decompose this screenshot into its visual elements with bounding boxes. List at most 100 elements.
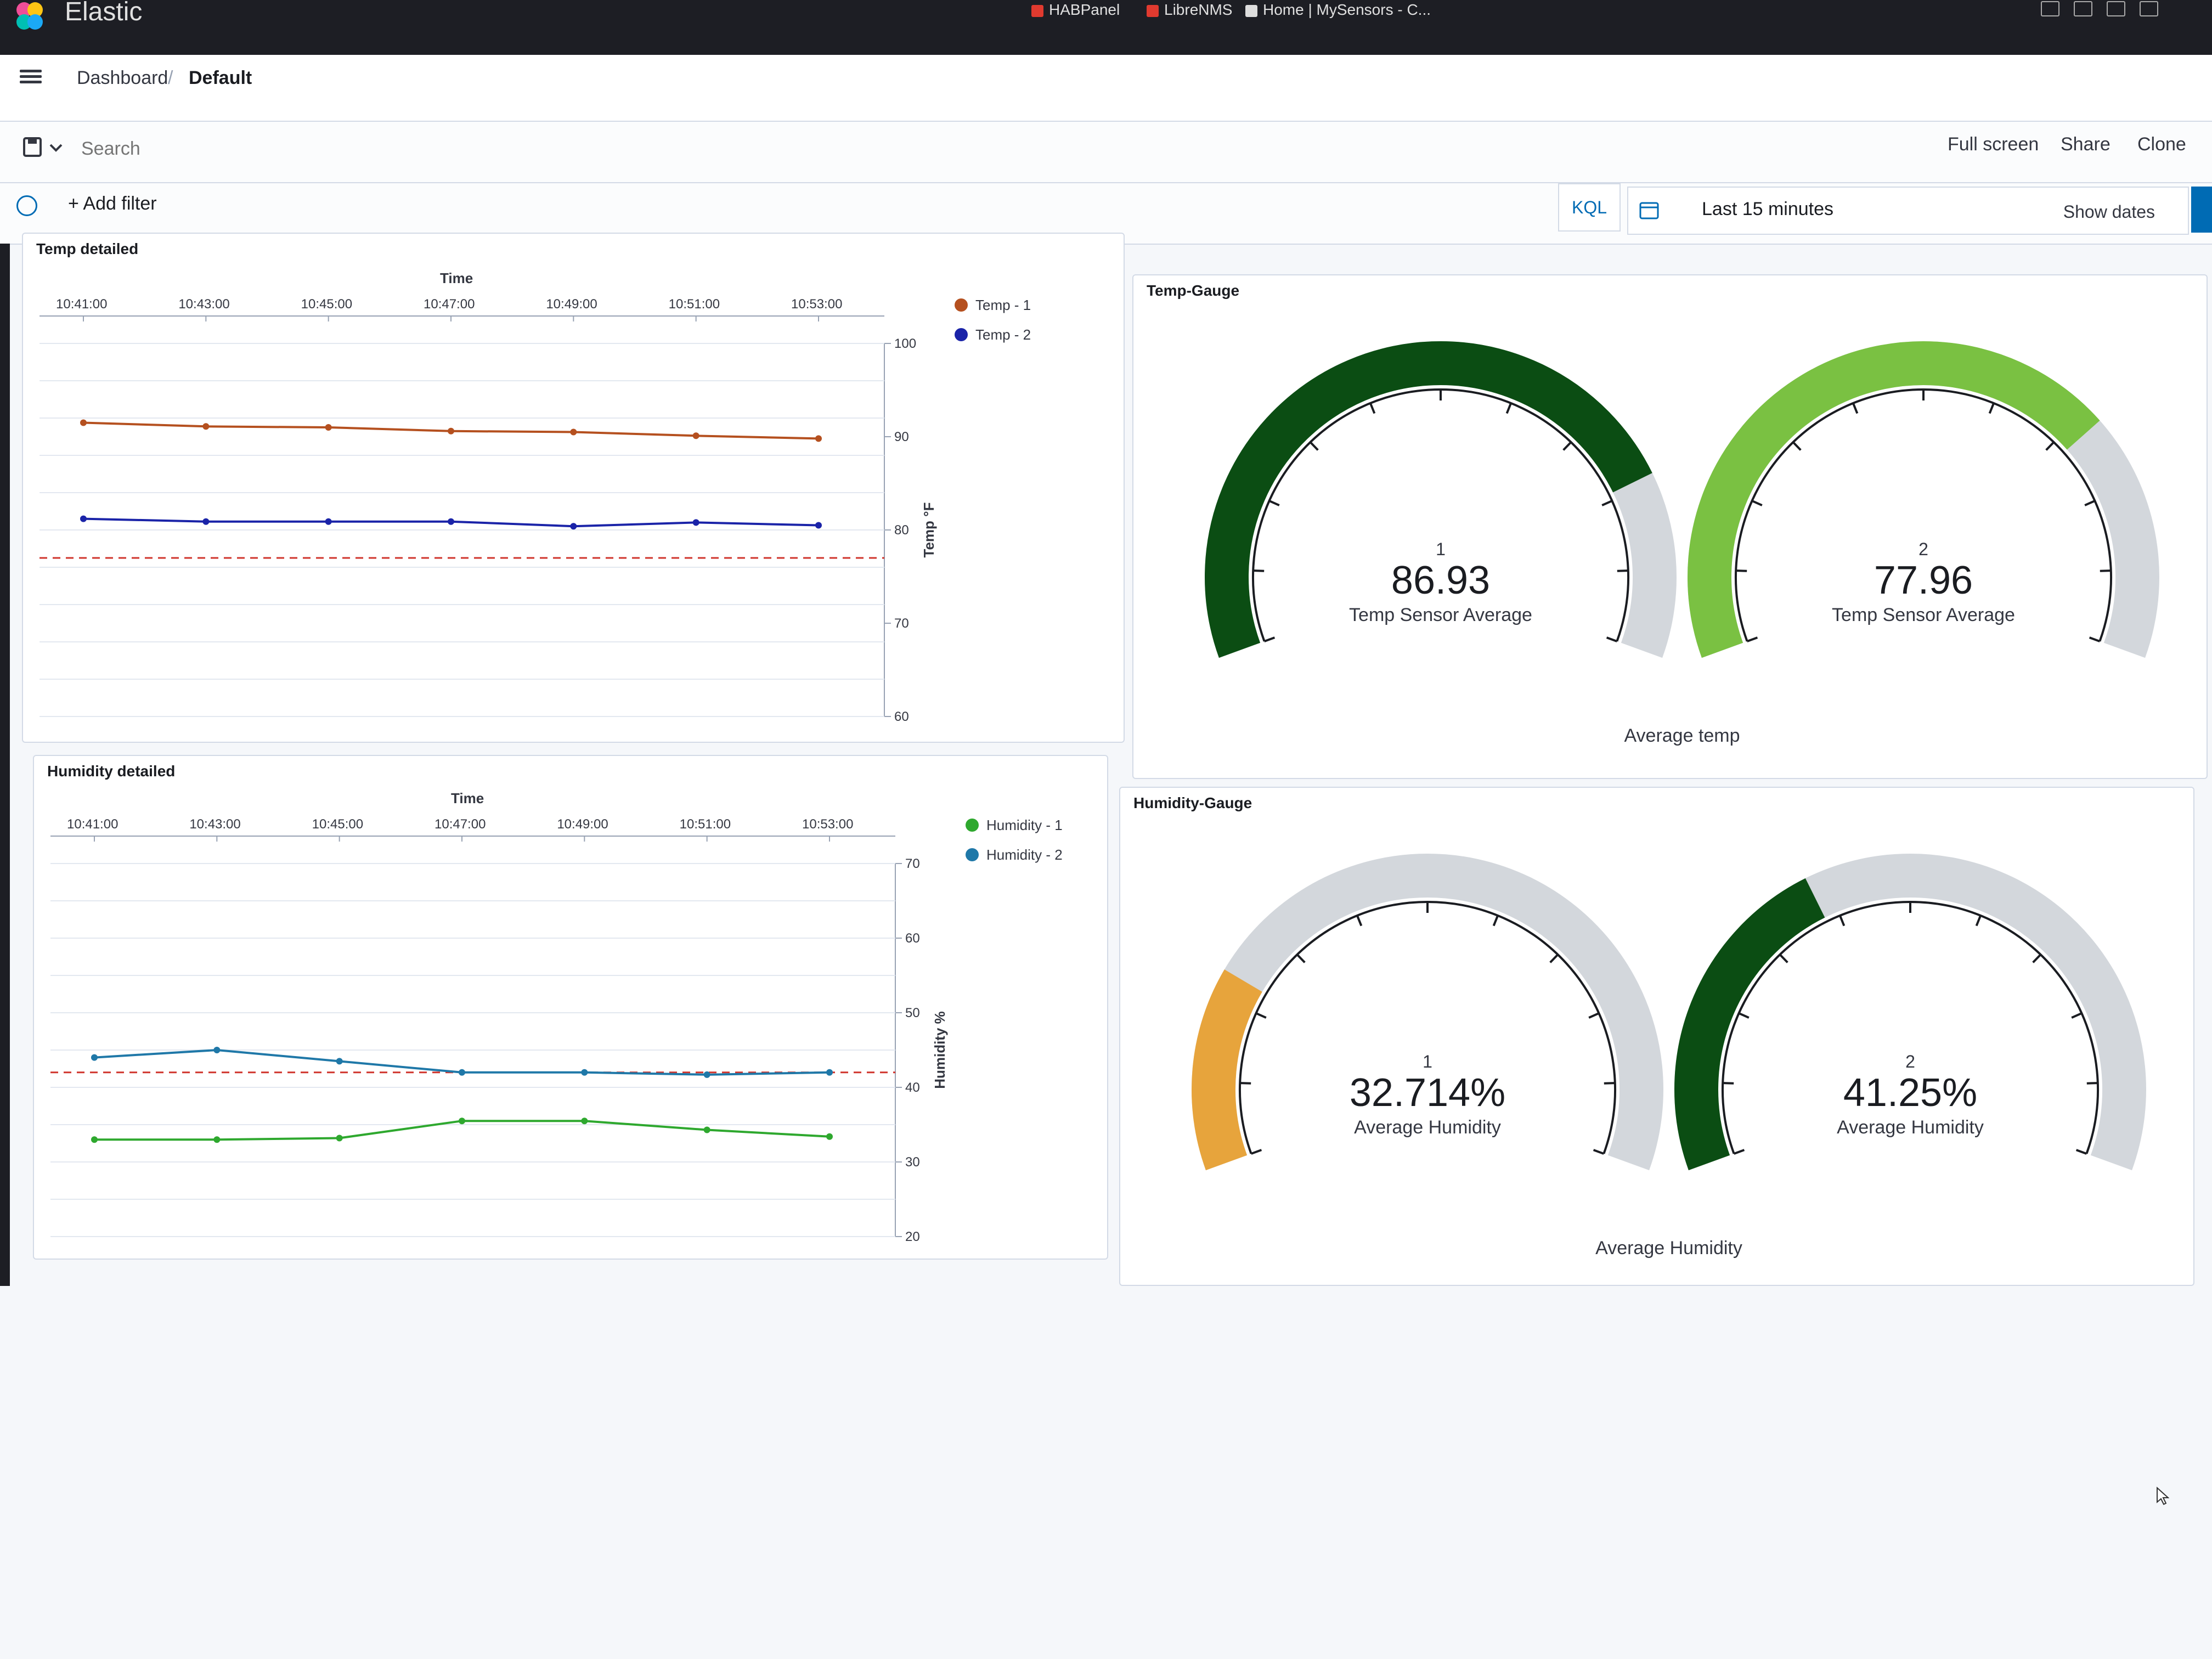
time-range-label[interactable]: Last 15 minutes bbox=[1702, 199, 1833, 220]
data-point bbox=[336, 1058, 343, 1065]
gauge-tick bbox=[1250, 1149, 1262, 1155]
share-button[interactable]: Share bbox=[2061, 134, 2111, 155]
data-point bbox=[448, 518, 454, 525]
window-icon[interactable] bbox=[2107, 1, 2125, 16]
calendar-icon[interactable] bbox=[1638, 199, 1660, 221]
data-point bbox=[570, 523, 577, 530]
gauge-fill-arc bbox=[1192, 969, 1262, 1171]
gauge-fill-arc bbox=[1674, 878, 1825, 1171]
x-tick-label: 10:49:00 bbox=[557, 817, 608, 832]
y-tick-label: 100 bbox=[894, 336, 916, 351]
data-point bbox=[80, 419, 87, 426]
gauge-tick bbox=[2075, 1149, 2087, 1155]
gauge-tick bbox=[1852, 403, 1859, 414]
legend-label: Humidity - 1 bbox=[986, 817, 1063, 833]
gauge-tick bbox=[1549, 953, 1559, 963]
data-point bbox=[570, 428, 577, 436]
y-tick-label: 20 bbox=[905, 1229, 920, 1244]
panel-temp-detailed: Temp detailed Time 10:41:00 10:43:00 10:45:… bbox=[22, 233, 1125, 743]
gauge-tick bbox=[2032, 953, 2042, 963]
bookmark-habpanel[interactable]: HABPanel bbox=[1031, 0, 1120, 20]
gauge-tick bbox=[1593, 1149, 1605, 1155]
bookmark-librenms[interactable]: LibreNMS bbox=[1147, 0, 1232, 20]
data-point bbox=[213, 1136, 221, 1143]
gauge-tick bbox=[1309, 441, 1319, 451]
download-icon[interactable] bbox=[2041, 1, 2059, 16]
data-point bbox=[448, 427, 454, 435]
library-icon[interactable] bbox=[2074, 1, 2092, 16]
gauge-tick bbox=[1604, 1082, 1615, 1085]
gauge-value: 86.93 bbox=[1391, 558, 1490, 602]
panel-title: Temp detailed bbox=[36, 240, 139, 257]
breadcrumb-dashboard[interactable]: Dashboard bbox=[77, 61, 168, 94]
data-point bbox=[325, 518, 332, 525]
show-dates-button[interactable]: Show dates bbox=[2063, 202, 2155, 222]
panel-title: Humidity detailed bbox=[47, 763, 176, 780]
data-point bbox=[336, 1135, 343, 1142]
panel-temp-gauge: Temp-Gauge 1 86.93 Temp Sensor Average 2 77.… bbox=[1132, 274, 2208, 779]
search-input[interactable] bbox=[80, 131, 905, 167]
data-point bbox=[459, 1118, 465, 1125]
gauge-footer: Average temp bbox=[1624, 725, 1740, 746]
mysensors-icon bbox=[1245, 4, 1257, 17]
x-tick-label: 10:43:00 bbox=[178, 297, 229, 312]
menu-icon[interactable] bbox=[20, 67, 42, 89]
data-point bbox=[815, 435, 822, 442]
filter-options-icon[interactable] bbox=[16, 195, 37, 216]
account-icon[interactable] bbox=[2140, 1, 2158, 16]
gauge-tick bbox=[1356, 915, 1363, 927]
humidity-gauge-chart: 132.714%Average Humidity241.25%Average H… bbox=[1192, 854, 2146, 1259]
mouse-cursor-icon bbox=[2157, 1487, 2169, 1505]
legend-swatch bbox=[955, 328, 968, 341]
gauge-tick bbox=[1779, 953, 1788, 963]
gauge-tick bbox=[2045, 441, 2055, 451]
gauge-label: Temp Sensor Average bbox=[1349, 605, 1532, 625]
gauge-index: 2 bbox=[1918, 539, 1928, 559]
gauge-tick bbox=[1296, 953, 1306, 963]
add-filter-button[interactable]: + Add filter bbox=[68, 193, 157, 215]
bookmark-mysensors[interactable]: Home | MySensors - C... bbox=[1245, 0, 1431, 20]
data-point bbox=[202, 518, 210, 525]
kql-toggle[interactable]: KQL bbox=[1558, 183, 1621, 232]
temp-gauge-chart: 186.93 Temp Sensor Average 277.96 Temp Sens… bbox=[1205, 341, 2159, 746]
date-picker[interactable]: Last 15 minutes Show dates bbox=[1627, 187, 2189, 235]
full-screen-button[interactable]: Full screen bbox=[1948, 134, 2039, 155]
y-tick-label: 60 bbox=[894, 709, 909, 724]
gauge-tick bbox=[1369, 403, 1376, 414]
gauge-tick bbox=[1505, 403, 1512, 414]
bookmark-label: Home | MySensors - C... bbox=[1263, 1, 1431, 18]
gauge-tick bbox=[1792, 441, 1802, 451]
elastic-logo-icon[interactable] bbox=[13, 0, 46, 33]
gauge-tick bbox=[1255, 1012, 1267, 1019]
data-point bbox=[325, 424, 332, 431]
gauge-tick bbox=[1240, 1082, 1251, 1085]
y-tick-label: 60 bbox=[905, 931, 920, 946]
bookmark-label: HABPanel bbox=[1049, 1, 1120, 18]
gauge-value: 32.714% bbox=[1350, 1071, 1505, 1115]
panel-humidity-gauge: Humidity-Gauge 1 32.714% Average Humidity 2… bbox=[1119, 787, 2194, 1286]
data-point bbox=[459, 1069, 465, 1076]
y-tick-label: 40 bbox=[905, 1080, 920, 1095]
gauge-tick bbox=[1268, 500, 1280, 506]
x-tick-label: 10:51:00 bbox=[680, 817, 731, 832]
refresh-button[interactable] bbox=[2191, 187, 2212, 233]
legend-swatch bbox=[955, 298, 968, 312]
x-tick-label: 10:47:00 bbox=[424, 297, 475, 312]
data-point bbox=[581, 1118, 588, 1125]
gauge-tick bbox=[1746, 636, 1758, 642]
data-point bbox=[692, 519, 699, 526]
y-tick-label: 80 bbox=[894, 523, 909, 538]
data-point bbox=[80, 515, 87, 522]
x-tick-label: 10:41:00 bbox=[56, 297, 107, 312]
data-point bbox=[202, 423, 210, 430]
clone-button[interactable]: Clone bbox=[2137, 134, 2186, 155]
saved-query-icon[interactable] bbox=[20, 129, 69, 168]
data-point bbox=[815, 522, 822, 529]
y-tick-label: 70 bbox=[905, 856, 920, 871]
data-point bbox=[581, 1069, 588, 1076]
habpanel-icon bbox=[1031, 4, 1043, 17]
gauge-footer: Average Humidity bbox=[1595, 1238, 1742, 1259]
data-point bbox=[826, 1133, 833, 1140]
data-point bbox=[91, 1054, 98, 1061]
data-point bbox=[826, 1069, 833, 1076]
